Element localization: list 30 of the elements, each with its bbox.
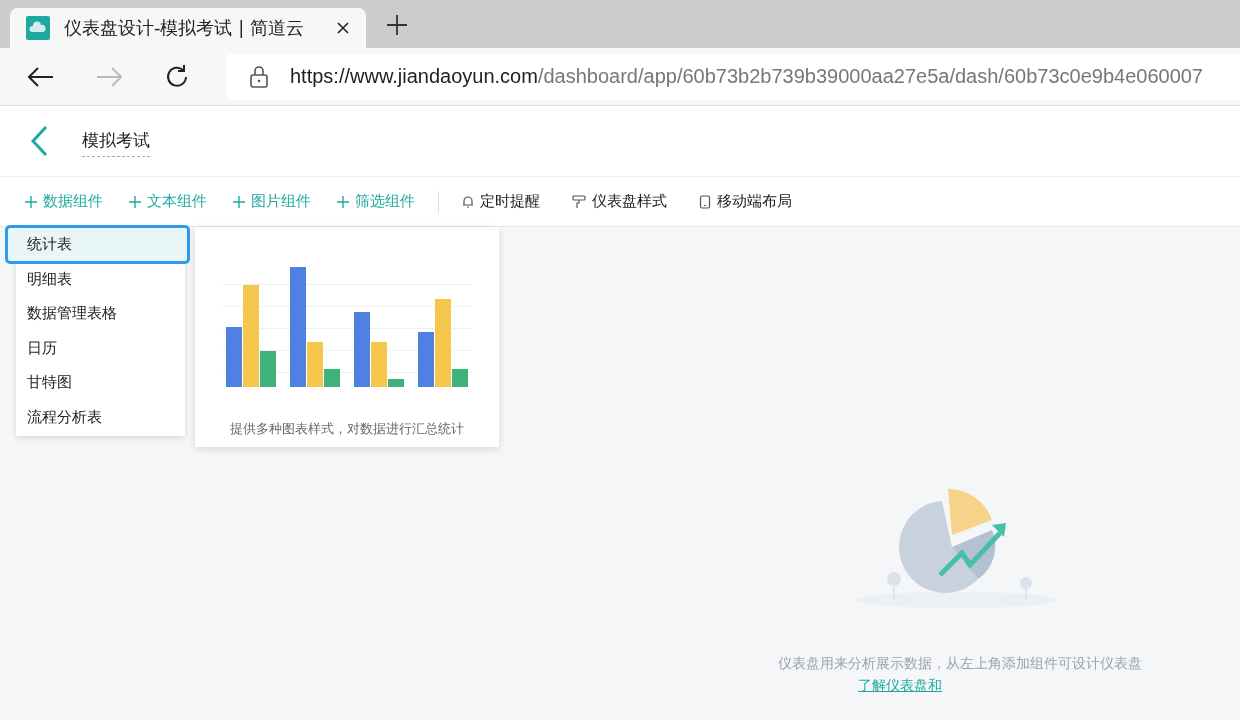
mobile-phone-icon — [699, 194, 711, 209]
menu-item[interactable]: 数据管理表格 — [16, 296, 185, 331]
new-tab-icon[interactable] — [386, 14, 408, 36]
menu-item[interactable]: 统计表 — [7, 227, 188, 262]
plus-icon — [25, 195, 37, 208]
menu-item[interactable]: 甘特图 — [16, 365, 185, 400]
menu-item[interactable]: 流程分析表 — [16, 399, 185, 434]
menu-item[interactable]: 明细表 — [16, 261, 185, 296]
browser-tab[interactable]: 仪表盘设计-模拟考试 | 简道云 — [10, 8, 366, 48]
empty-state-message: 仪表盘用来分析展示数据，从左上角添加组件可设计仪表盘 — [778, 655, 1142, 673]
reload-icon[interactable] — [164, 63, 190, 90]
plus-icon — [129, 195, 141, 208]
toolbar-button[interactable]: 仪表盘样式 — [563, 188, 676, 215]
plus-icon — [337, 195, 349, 208]
cloud-logo-icon — [26, 16, 50, 40]
dashboard-title[interactable]: 模拟考试 — [82, 129, 150, 157]
plus-icon — [233, 195, 245, 208]
preview-caption: 提供多种图表样式，对数据进行汇总统计 — [230, 421, 464, 438]
back-arrow-icon[interactable] — [28, 66, 54, 87]
toolbar-button[interactable]: 定时提醒 — [453, 188, 549, 215]
menu-item[interactable]: 日历 — [16, 330, 185, 365]
url-text: https://www.jiandaoyun.com/dashboard/app/60b73b2b739b39000aa27e5a/dash/60b73c0e9b4e060007 — [290, 65, 1203, 88]
tab-title: 仪表盘设计-模拟考试 | 简道云 — [64, 16, 305, 40]
back-chevron-icon[interactable] — [30, 125, 48, 157]
toolbar-button[interactable]: 移动端布局 — [690, 188, 801, 215]
bell-icon — [462, 194, 474, 209]
lock-icon — [250, 65, 268, 88]
close-icon[interactable] — [336, 21, 350, 35]
address-bar[interactable]: https://www.jiandaoyun.com/dashboard/app/60b73b2b739b39000aa27e5a/dash/60b73c0e9b4e060007 — [226, 53, 1240, 100]
paint-roller-icon — [572, 194, 586, 209]
